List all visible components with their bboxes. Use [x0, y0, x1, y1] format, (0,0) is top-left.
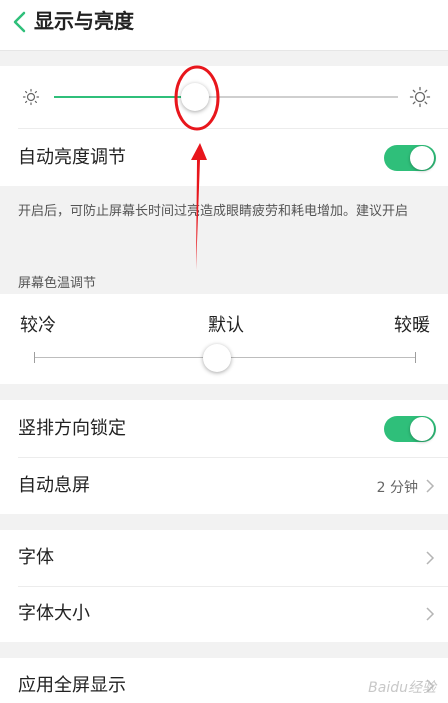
font-size-row[interactable]: 字体大小: [0, 587, 448, 642]
toggle-knob: [410, 146, 434, 170]
warm-label: 较暖: [394, 315, 430, 336]
auto-brightness-toggle[interactable]: [384, 145, 436, 171]
chevron-right-icon: [426, 607, 435, 621]
font-card: 字体 字体大小: [0, 530, 448, 642]
tick-left: [34, 352, 35, 363]
font-label: 字体: [18, 547, 54, 568]
portrait-lock-toggle[interactable]: [384, 416, 436, 442]
brightness-card: 自动亮度调节: [0, 66, 448, 186]
font-size-label: 字体大小: [18, 603, 90, 624]
divider: [18, 128, 448, 129]
brightness-slider-thumb[interactable]: [181, 83, 209, 111]
tick-right: [415, 352, 416, 363]
back-arrow-icon[interactable]: [10, 10, 30, 34]
brightness-slider[interactable]: [54, 86, 398, 108]
auto-lock-row[interactable]: 自动息屏 2 分钟: [0, 458, 448, 514]
auto-brightness-label: 自动亮度调节: [18, 147, 126, 168]
chevron-right-icon: [426, 479, 435, 493]
auto-lock-value: 2 分钟: [376, 480, 418, 496]
full-screen-label: 应用全屏显示: [18, 675, 126, 696]
brightness-low-icon: [22, 88, 40, 106]
brightness-track-fill: [54, 96, 195, 98]
portrait-lock-label: 竖排方向锁定: [18, 418, 126, 439]
brightness-high-icon: [409, 86, 431, 108]
auto-lock-label: 自动息屏: [18, 475, 90, 496]
watermark-text: Baidu经验: [368, 680, 436, 696]
font-row[interactable]: 字体: [0, 530, 448, 586]
page-title: 显示与亮度: [34, 9, 134, 33]
orientation-card: 竖排方向锁定 自动息屏 2 分钟: [0, 400, 448, 514]
auto-brightness-description: 开启后，可防止屏幕长时间过亮造成眼睛疲劳和耗电增加。建议开启: [18, 204, 409, 219]
color-temp-section-title: 屏幕色温调节: [18, 276, 97, 291]
chevron-right-icon: [426, 551, 435, 565]
color-temp-slider-thumb[interactable]: [203, 344, 231, 372]
toggle-knob: [410, 417, 434, 441]
header-bar: 显示与亮度: [0, 0, 448, 51]
cool-label: 较冷: [20, 315, 56, 336]
default-label: 默认: [208, 315, 244, 336]
color-temp-card: 较冷 默认 较暖: [0, 294, 448, 384]
